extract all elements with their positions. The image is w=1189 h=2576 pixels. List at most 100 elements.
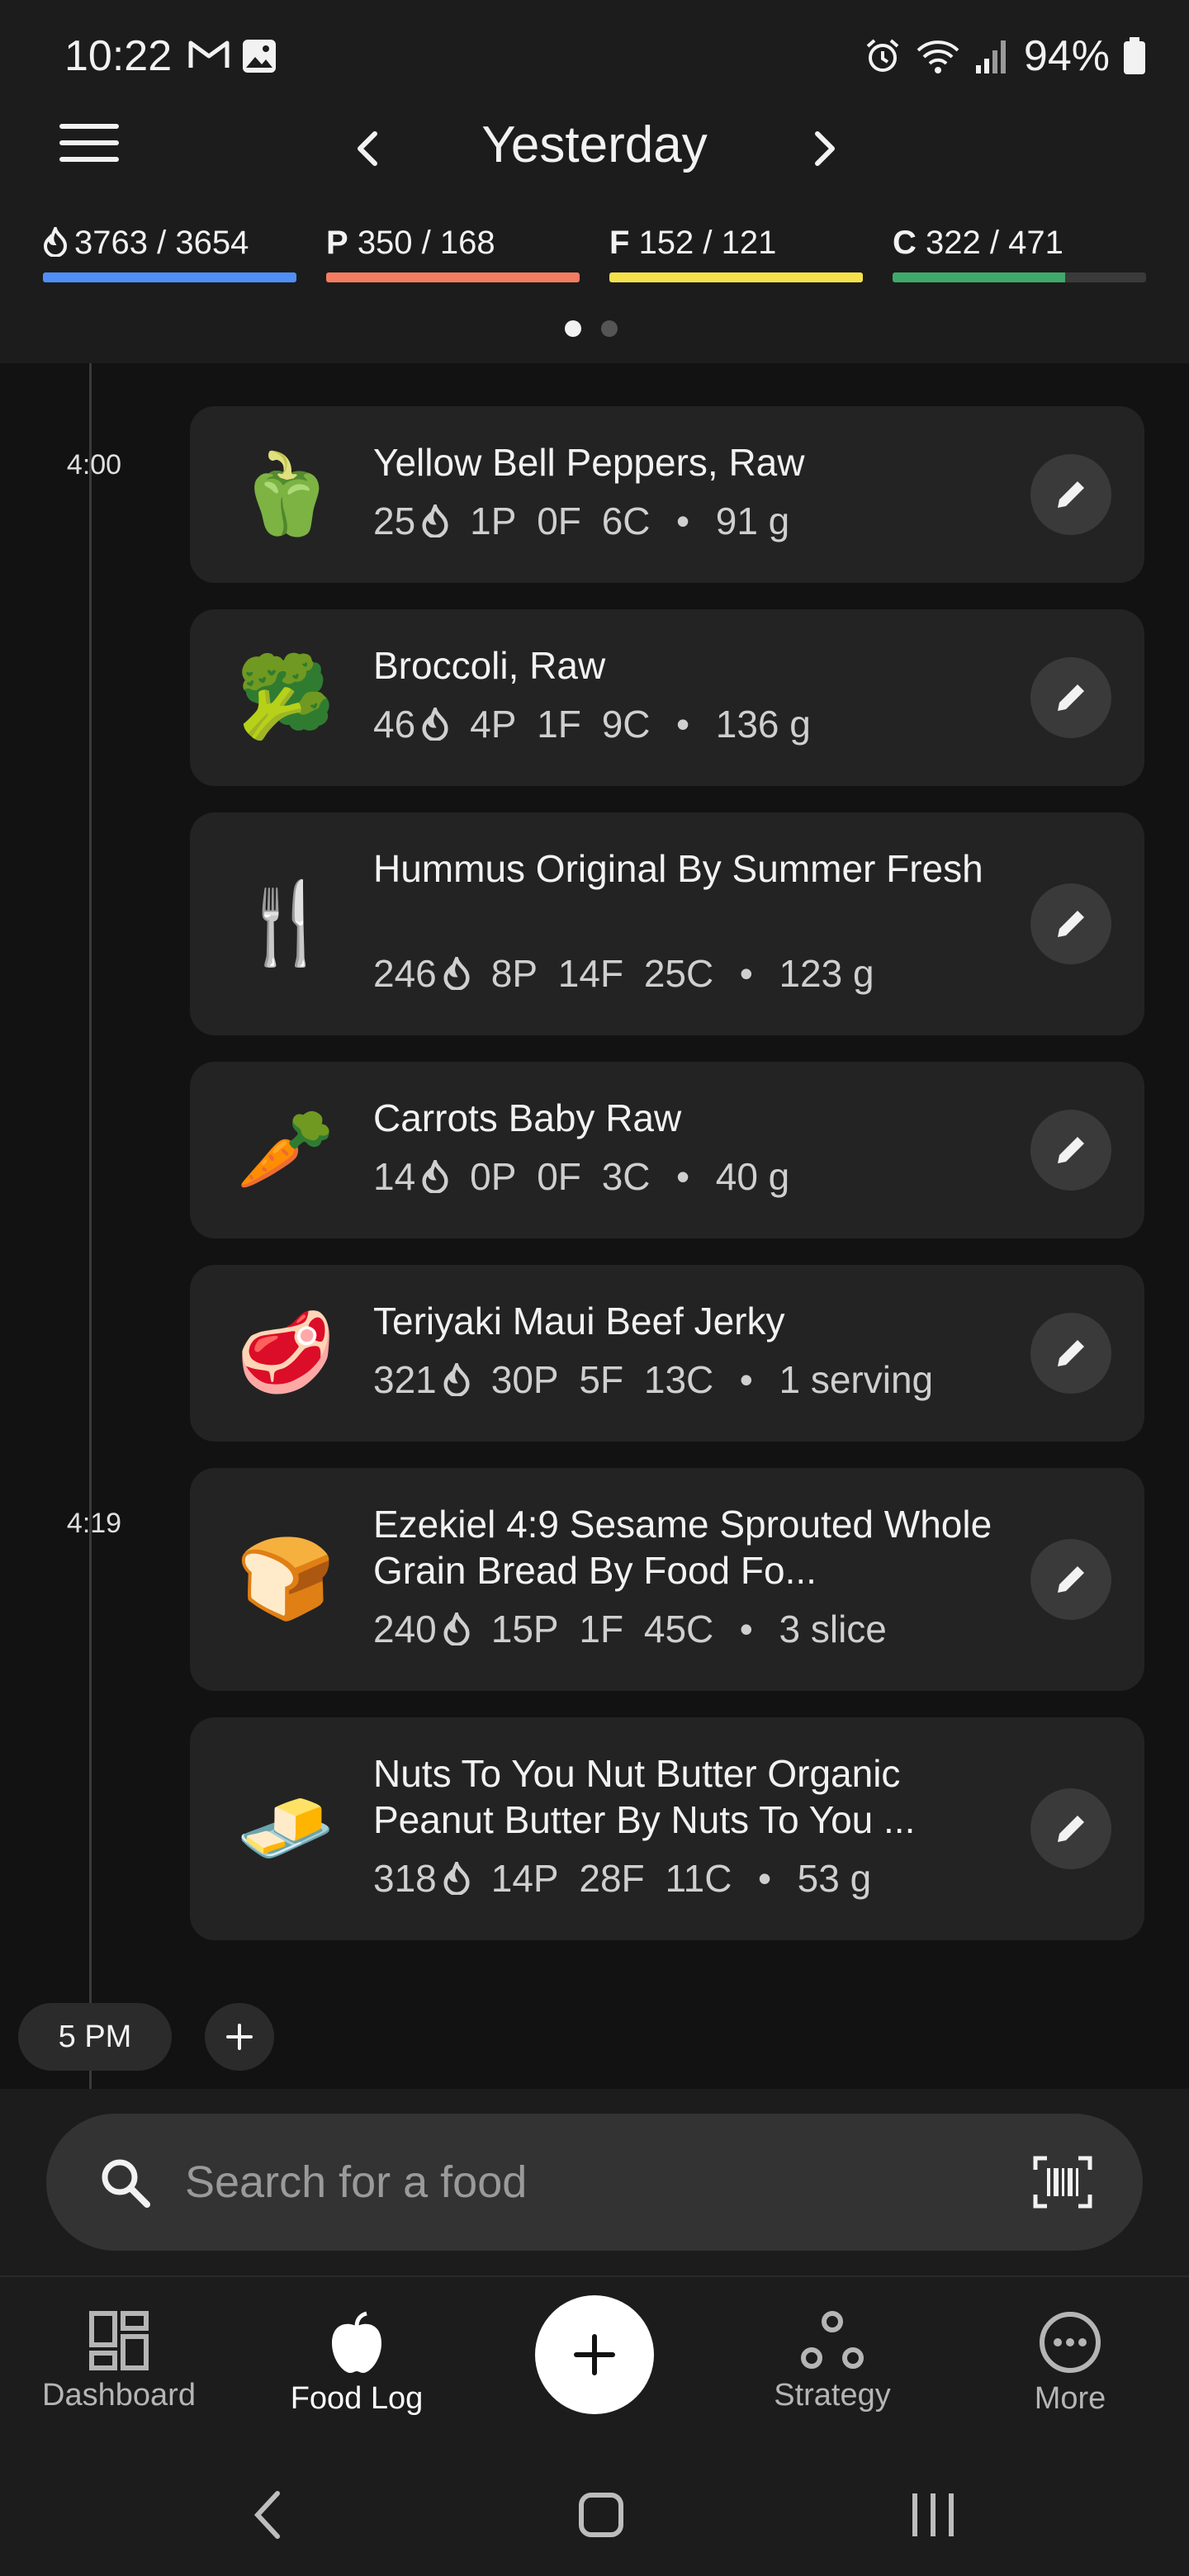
add-entry-button[interactable] — [205, 2003, 274, 2071]
food-amount: 136 g — [715, 703, 811, 746]
food-stats: 14 0P 0F 3C • 40 g — [373, 1155, 790, 1198]
edit-entry-button[interactable] — [1030, 1788, 1111, 1869]
edit-entry-button[interactable] — [1030, 454, 1111, 535]
food-entry[interactable]: 🍞 Ezekiel 4:9 Sesame Sprouted Whole Grai… — [190, 1468, 1144, 1691]
home-icon[interactable] — [576, 2488, 626, 2541]
macro-fat-label: F — [609, 225, 630, 261]
pencil-icon — [1058, 684, 1084, 711]
food-carbs: 11C — [665, 1857, 732, 1900]
add-food-button[interactable] — [535, 2295, 654, 2414]
nav-strategy[interactable]: Strategy — [725, 2310, 940, 2413]
food-carbs: 25C — [643, 952, 714, 995]
back-icon[interactable] — [248, 2488, 289, 2541]
food-protein: 8P — [490, 952, 538, 995]
nav-more-label: More — [1034, 2381, 1106, 2416]
food-stats: 318 14P 28F 11C • 53 g — [373, 1857, 872, 1900]
plus-icon — [574, 2334, 615, 2375]
macro-calories-value: 3763 / 3654 — [74, 225, 249, 261]
macro-calories-bar — [43, 272, 296, 282]
flame-icon — [422, 1160, 448, 1193]
macro-summary[interactable]: 3763 / 3654 P 350 / 168 F 152 / 121 C 32… — [43, 223, 1146, 282]
food-name: Carrots Baby Raw — [373, 1096, 682, 1139]
dashboard-icon — [89, 2311, 149, 2370]
food-entry[interactable]: 🥩 Teriyaki Maui Beef Jerky 321 30P 5F 13… — [190, 1265, 1144, 1442]
edit-entry-button[interactable] — [1030, 1313, 1111, 1394]
food-image-icon: 🍴 — [236, 879, 335, 968]
pencil-icon — [1058, 1137, 1084, 1163]
search-input[interactable] — [185, 2153, 928, 2211]
food-protein: 15P — [490, 1608, 559, 1650]
food-name: Broccoli, Raw — [373, 644, 606, 687]
nav-more[interactable]: More — [963, 2310, 1177, 2417]
previous-day-button[interactable] — [343, 124, 393, 173]
edit-entry-button[interactable] — [1030, 1110, 1111, 1191]
more-icon — [1040, 2312, 1101, 2373]
flame-icon — [443, 1363, 470, 1396]
pencil-icon — [1058, 481, 1084, 508]
time-label: 4:00 — [66, 449, 122, 481]
next-day-button[interactable] — [799, 124, 849, 173]
page-dot-2[interactable] — [601, 320, 618, 337]
pencil-icon — [1058, 1816, 1084, 1842]
nav-dashboard[interactable]: Dashboard — [12, 2310, 226, 2413]
food-stats: 25 1P 0F 6C • 91 g — [373, 500, 790, 542]
macro-protein-bar — [326, 272, 580, 282]
food-fat: 5F — [579, 1358, 624, 1401]
food-amount: 53 g — [797, 1857, 872, 1900]
food-entry[interactable]: 🥦 Broccoli, Raw 46 4P 1F 9C • 136 g — [190, 609, 1144, 786]
nav-food-log-label: Food Log — [290, 2381, 424, 2416]
edit-entry-button[interactable] — [1030, 657, 1111, 738]
recents-icon[interactable] — [908, 2488, 958, 2541]
hour-chip[interactable]: 5 PM — [18, 2003, 172, 2071]
food-fat: 1F — [537, 703, 581, 746]
food-amount: 1 serving — [779, 1358, 934, 1401]
macro-calories: 3763 / 3654 — [43, 223, 296, 282]
date-title[interactable]: Yesterday — [429, 116, 760, 174]
food-entry[interactable]: 🥕 Carrots Baby Raw 14 0P 0F 3C • 40 g — [190, 1062, 1144, 1238]
food-entry[interactable]: 🫑 Yellow Bell Peppers, Raw 25 1P 0F 6C •… — [190, 406, 1144, 583]
food-entry[interactable]: 🍴 Hummus Original By Summer Fresh 246 8P… — [190, 812, 1144, 1035]
page-dot-1[interactable] — [565, 320, 581, 337]
search-area — [0, 2089, 1189, 2275]
pencil-icon — [1058, 911, 1084, 937]
food-name: Yellow Bell Peppers, Raw — [373, 441, 805, 484]
food-image-icon: 🫑 — [236, 450, 335, 538]
macro-protein-label: P — [326, 225, 348, 261]
barcode-scan-icon[interactable] — [1032, 2155, 1093, 2209]
food-stats: 321 30P 5F 13C • 1 serving — [373, 1358, 934, 1401]
system-nav-bar — [0, 2452, 1189, 2576]
app-header: Yesterday 3763 / 3654 P 350 / 168 F 152 … — [0, 0, 1189, 363]
food-name: Nuts To You Nut Butter Organic Peanut Bu… — [373, 1752, 916, 1841]
food-fat: 0F — [537, 500, 581, 542]
menu-icon[interactable] — [59, 124, 119, 173]
flame-icon — [443, 957, 470, 990]
food-amount: 123 g — [779, 952, 874, 995]
food-amount: 40 g — [715, 1155, 790, 1198]
food-name: Teriyaki Maui Beef Jerky — [373, 1300, 785, 1342]
flame-icon — [422, 504, 448, 537]
page-indicator[interactable] — [565, 320, 618, 337]
macro-carbs-label: C — [893, 225, 917, 261]
bottom-nav: Dashboard Food Log Strategy More — [0, 2275, 1189, 2452]
timeline-line — [89, 363, 92, 2089]
food-fat: 14F — [557, 952, 624, 995]
food-calories: 321 — [373, 1358, 437, 1401]
food-carbs: 45C — [643, 1608, 714, 1650]
search-bar[interactable] — [46, 2114, 1143, 2251]
food-protein: 1P — [470, 500, 517, 542]
food-fat: 28F — [579, 1857, 645, 1900]
food-carbs: 6C — [601, 500, 651, 542]
macro-carbs: C 322 / 471 — [893, 225, 1146, 282]
food-carbs: 13C — [643, 1358, 714, 1401]
food-entry[interactable]: 🧈 Nuts To You Nut Butter Organic Peanut … — [190, 1717, 1144, 1940]
edit-entry-button[interactable] — [1030, 1539, 1111, 1620]
search-icon — [102, 2159, 150, 2208]
food-stats: 240 15P 1F 45C • 3 slice — [373, 1608, 887, 1650]
macro-fat-bar — [609, 272, 863, 282]
nav-food-log[interactable]: Food Log — [249, 2310, 464, 2417]
edit-entry-button[interactable] — [1030, 883, 1111, 964]
food-protein: 30P — [490, 1358, 559, 1401]
macro-carbs-value: 322 / 471 — [926, 225, 1063, 261]
food-calories: 46 — [373, 703, 416, 746]
food-name: Ezekiel 4:9 Sesame Sprouted Whole Grain … — [373, 1503, 992, 1592]
